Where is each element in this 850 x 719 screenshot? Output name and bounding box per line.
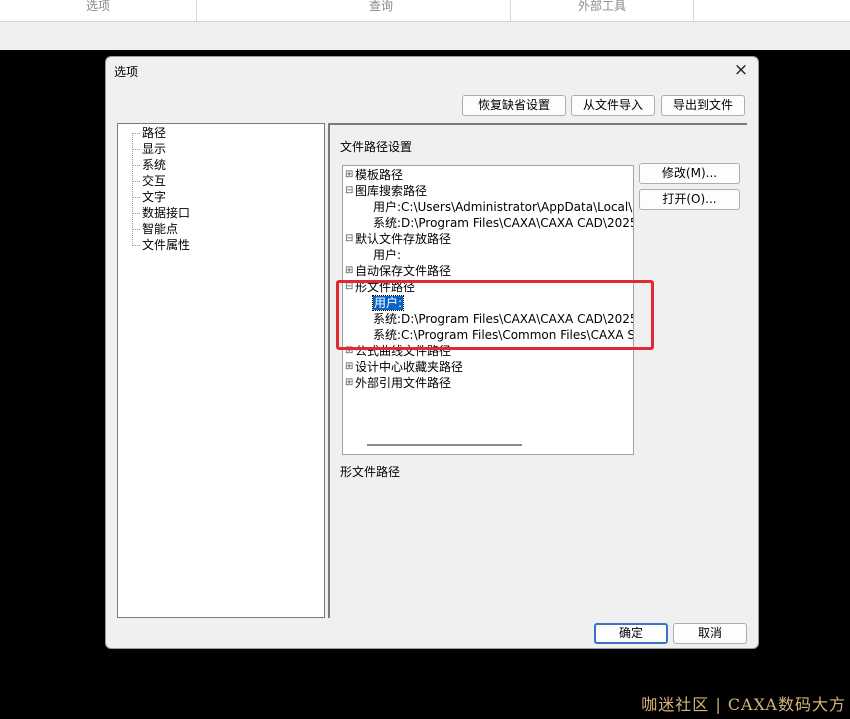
toolbar-strip bbox=[0, 22, 850, 50]
tab-query[interactable]: 查询 bbox=[252, 0, 511, 21]
watermark-text: 咖迷社区 | CAXA数码大方 bbox=[641, 695, 846, 714]
nav-item-path[interactable]: 路径 bbox=[142, 125, 166, 141]
expand-icon[interactable]: ⊞ bbox=[345, 343, 353, 359]
collapse-icon[interactable]: ⊟ bbox=[345, 183, 353, 199]
nav-item-interaction[interactable]: 交互 bbox=[142, 173, 166, 189]
selected-item[interactable]: 用户: bbox=[371, 295, 405, 311]
section-title: 文件路径设置 bbox=[340, 140, 413, 154]
tree-leaf-library-system[interactable]: 系统:D:\Program Files\CAXA\CAXA CAD\2025\L… bbox=[373, 215, 633, 231]
options-dialog: 选项 × 恢复缺省设置 从文件导入 导出到文件 路径 显示 系统 交互 文字 数… bbox=[105, 56, 759, 649]
nav-item-data-interface[interactable]: 数据接口 bbox=[142, 205, 190, 221]
tree-leaf-shape-user[interactable]: 用户: bbox=[371, 295, 405, 311]
expand-icon[interactable]: ⊞ bbox=[345, 375, 353, 391]
tree-node-default-save[interactable]: ⊟ 默认文件存放路径 bbox=[345, 231, 451, 247]
cancel-button[interactable]: 取消 bbox=[673, 623, 747, 644]
path-tree[interactable]: ⊞ 模板路径 ⊟ 图库搜索路径 用户:C:\Users\Administrator\… bbox=[342, 165, 634, 455]
ok-button[interactable]: 确定 bbox=[594, 623, 668, 644]
tree-node-formula-curve[interactable]: ⊞ 公式曲线文件路径 bbox=[345, 343, 451, 359]
nav-item-display[interactable]: 显示 bbox=[142, 141, 166, 157]
expand-icon[interactable]: ⊞ bbox=[345, 359, 353, 375]
tree-node-design-center[interactable]: ⊞ 设计中心收藏夹路径 bbox=[345, 359, 463, 375]
export-to-file-button[interactable]: 导出到文件 bbox=[661, 95, 745, 116]
nav-item-file-properties[interactable]: 文件属性 bbox=[142, 237, 190, 253]
collapse-icon[interactable]: ⊟ bbox=[345, 279, 353, 295]
collapse-icon[interactable]: ⊟ bbox=[345, 231, 353, 247]
close-icon[interactable]: × bbox=[730, 60, 752, 80]
top-tab-bar: 选项 查询 外部工具 bbox=[0, 0, 850, 22]
tree-node-autosave[interactable]: ⊞ 自动保存文件路径 bbox=[345, 263, 451, 279]
tree-leaf-library-user[interactable]: 用户:C:\Users\Administrator\AppData\Local\… bbox=[373, 199, 633, 215]
tree-leaf-shape-system-2[interactable]: 系统:C:\Program Files\Common Files\CAXA Sh… bbox=[373, 327, 633, 343]
nav-item-system[interactable]: 系统 bbox=[142, 157, 166, 173]
tree-leaf-shape-system-1[interactable]: 系统:D:\Program Files\CAXA\CAXA CAD\2025\F… bbox=[373, 311, 633, 327]
horizontal-scrollbar[interactable] bbox=[367, 444, 522, 446]
dialog-title: 选项 bbox=[114, 65, 139, 79]
open-button[interactable]: 打开(O)... bbox=[639, 189, 740, 210]
nav-item-text[interactable]: 文字 bbox=[142, 189, 166, 205]
tab-external-tools[interactable]: 外部工具 bbox=[511, 0, 694, 21]
expand-icon[interactable]: ⊞ bbox=[345, 263, 353, 279]
tree-leaf-default-save-user[interactable]: 用户: bbox=[373, 247, 401, 263]
selected-path-description: 形文件路径 bbox=[340, 465, 401, 479]
expand-icon[interactable]: ⊞ bbox=[345, 167, 353, 183]
tree-node-template-path[interactable]: ⊞ 模板路径 bbox=[345, 167, 403, 183]
tree-node-external-ref[interactable]: ⊞ 外部引用文件路径 bbox=[345, 375, 451, 391]
modify-button[interactable]: 修改(M)... bbox=[639, 163, 740, 184]
import-from-file-button[interactable]: 从文件导入 bbox=[571, 95, 655, 116]
category-tree: 路径 显示 系统 交互 文字 数据接口 智能点 文件属性 bbox=[117, 123, 325, 618]
tab-options[interactable]: 选项 bbox=[0, 0, 197, 21]
tree-node-library-search[interactable]: ⊟ 图库搜索路径 bbox=[345, 183, 427, 199]
nav-item-smart-point[interactable]: 智能点 bbox=[142, 221, 178, 237]
restore-defaults-button[interactable]: 恢复缺省设置 bbox=[462, 95, 566, 116]
tree-node-shape-file[interactable]: ⊟ 形文件路径 bbox=[345, 279, 415, 295]
